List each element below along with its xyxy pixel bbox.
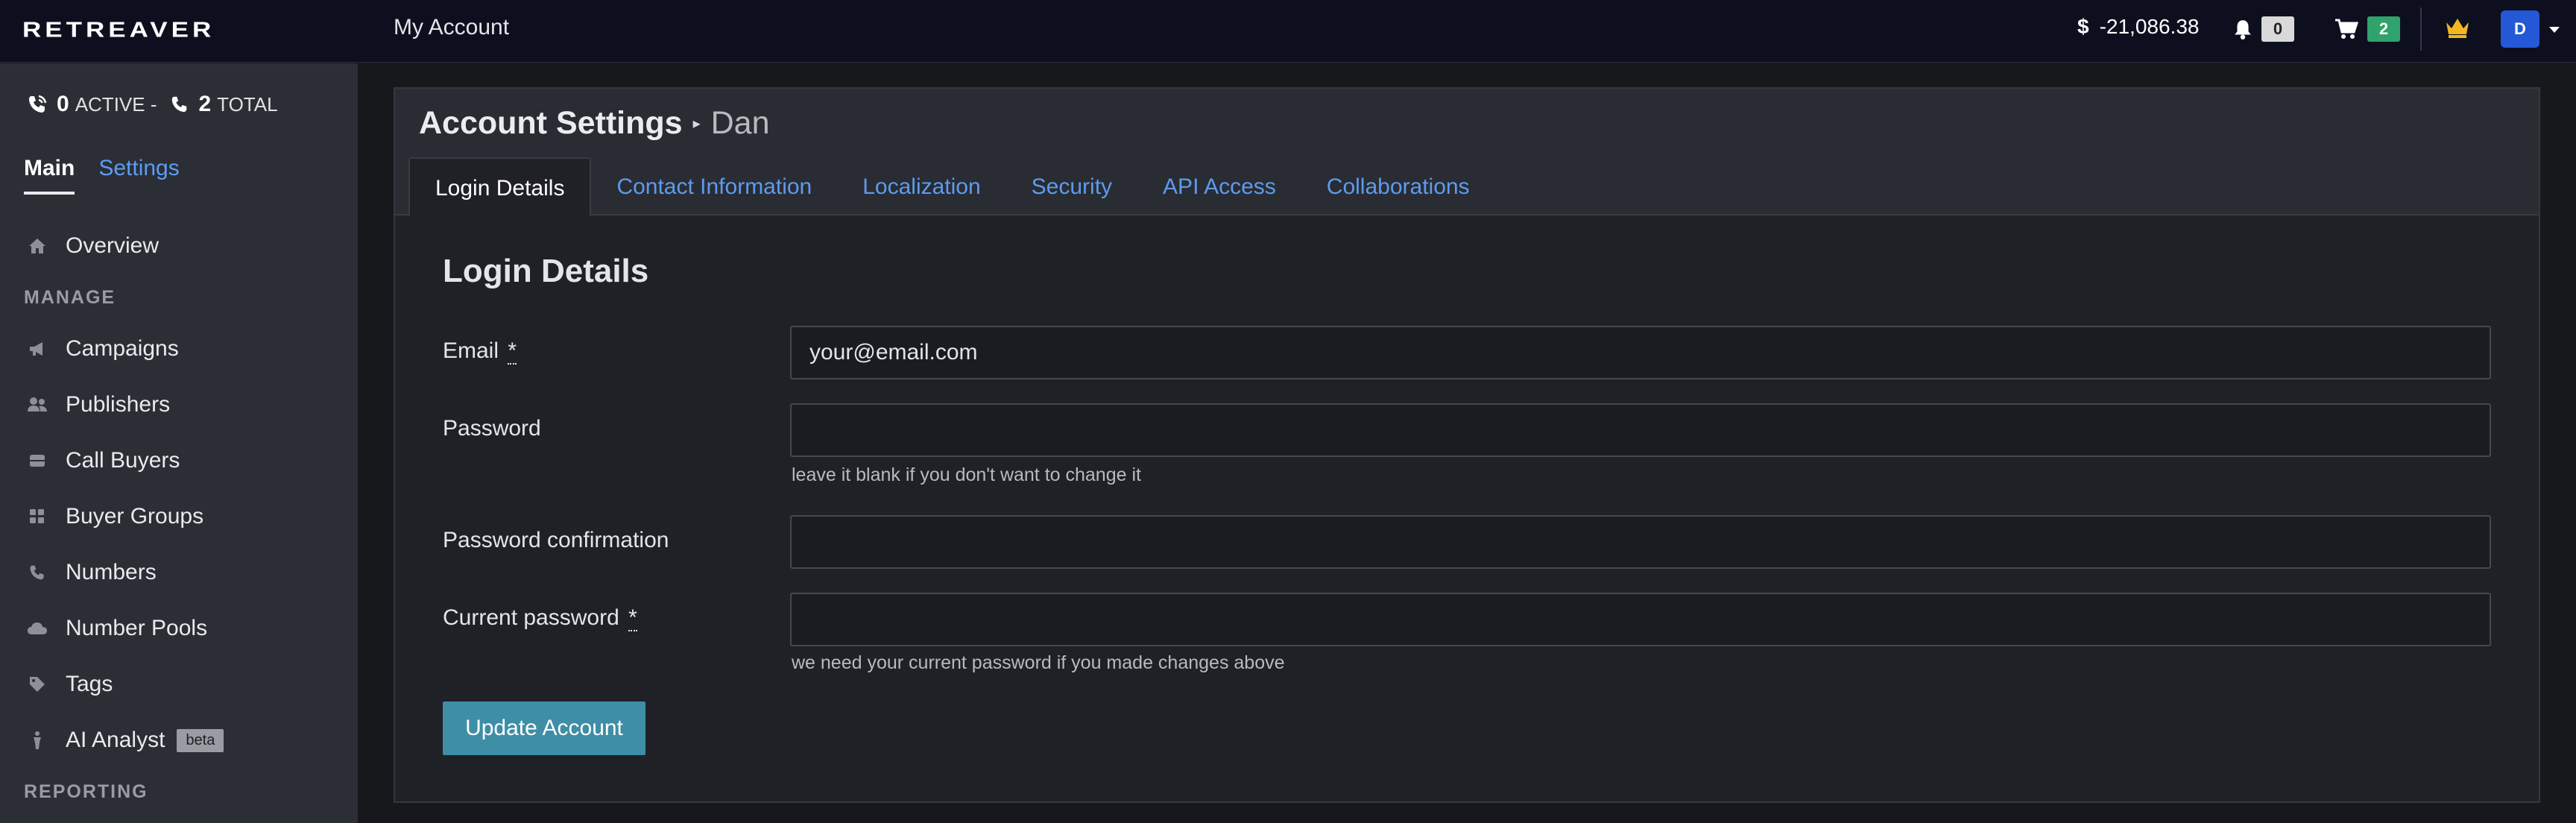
- sidebar-item-buyer-groups[interactable]: Buyer Groups: [27, 504, 203, 529]
- required-marker: *: [508, 338, 517, 365]
- update-account-button[interactable]: Update Account: [443, 701, 645, 755]
- dollar-icon: $: [2077, 15, 2089, 38]
- bell-icon: [2235, 20, 2251, 40]
- home-icon: [27, 236, 48, 256]
- page-title: Account Settings ▸ Dan: [419, 105, 770, 142]
- top-bar: RETREAVER My Account $ -21,086.38 0 2 D: [0, 0, 2576, 63]
- form-title: Login Details: [443, 253, 649, 289]
- crown-icon: [2446, 19, 2469, 38]
- sidebar-item-label: Overview: [66, 233, 160, 258]
- section-label-manage: MANAGE: [24, 287, 116, 308]
- total-calls-count: 2: [198, 92, 212, 116]
- panel-header: Account Settings ▸ Dan Login Details Con…: [395, 89, 2539, 217]
- sidebar-tabs: Main Settings: [24, 156, 180, 195]
- current-password-field[interactable]: [790, 593, 2491, 646]
- account-settings-panel: Account Settings ▸ Dan Login Details Con…: [394, 87, 2540, 803]
- top-bar-divider: [2420, 7, 2422, 51]
- page-title-text: Account Settings: [419, 105, 683, 141]
- logo[interactable]: RETREAVER: [22, 18, 215, 42]
- page-title-user: Dan: [710, 105, 770, 141]
- megaphone-icon: [27, 338, 48, 359]
- sidebar-item-label: Call Buyers: [66, 448, 180, 473]
- current-password-hint: we need your current password if you mad…: [792, 652, 1285, 673]
- sidebar-item-label: Number Pools: [66, 616, 208, 640]
- phone-icon: [27, 562, 48, 583]
- sidebar-item-number-pools[interactable]: Number Pools: [27, 616, 207, 641]
- phone-volume-icon: [29, 95, 47, 113]
- password-confirmation-label: Password confirmation: [443, 528, 669, 552]
- password-label: Password: [443, 416, 541, 441]
- settings-tabs: Login Details Contact Information Locali…: [408, 157, 1495, 217]
- users-icon: [27, 394, 48, 415]
- call-counter: 0 ACTIVE - 2 TOTAL: [27, 92, 278, 117]
- sidebar-item-publishers[interactable]: Publishers: [27, 392, 170, 417]
- tab-security[interactable]: Security: [1006, 157, 1137, 217]
- phone-icon: [172, 96, 187, 113]
- sidebar: 0 ACTIVE - 2 TOTAL Main Settings Overvie…: [0, 63, 358, 823]
- cart-count: 2: [2367, 16, 2400, 42]
- total-calls-label: TOTAL: [217, 92, 278, 116]
- sidebar-item-ai-analyst[interactable]: AI Analyst beta: [27, 728, 224, 753]
- top-bar-title: My Account: [394, 15, 510, 40]
- tag-icon: [27, 674, 48, 695]
- current-password-label: Current password *: [443, 605, 637, 631]
- sidebar-item-label: AI Analyst: [66, 728, 165, 752]
- sidebar-item-label: Tags: [66, 672, 113, 696]
- cart-button[interactable]: 2: [2334, 16, 2400, 42]
- active-calls-count: 0: [57, 92, 69, 116]
- password-field[interactable]: [790, 403, 2491, 457]
- sidebar-item-campaigns[interactable]: Campaigns: [27, 336, 179, 362]
- cart-icon: [2335, 19, 2358, 39]
- sidebar-item-numbers[interactable]: Numbers: [27, 560, 157, 585]
- chevron-down-icon[interactable]: [2548, 25, 2561, 34]
- tab-login-details[interactable]: Login Details: [408, 157, 592, 217]
- sidebar-item-overview[interactable]: Overview: [27, 233, 159, 259]
- sidebar-item-label: Buyer Groups: [66, 504, 204, 529]
- section-label-reporting: REPORTING: [24, 781, 148, 802]
- sidebar-item-label: Publishers: [66, 392, 171, 417]
- tab-localization[interactable]: Localization: [837, 157, 1006, 217]
- current-password-label-text: Current password: [443, 605, 619, 630]
- password-confirmation-field[interactable]: [790, 515, 2491, 569]
- tab-collaborations[interactable]: Collaborations: [1301, 157, 1495, 217]
- sidebar-item-label: Numbers: [66, 560, 157, 584]
- account-balance[interactable]: $ -21,086.38: [2077, 15, 2199, 39]
- tab-api-access[interactable]: API Access: [1137, 157, 1301, 217]
- notifications-button[interactable]: 0: [2233, 16, 2294, 42]
- sidebar-tab-main[interactable]: Main: [24, 156, 75, 195]
- password-hint: leave it blank if you don't want to chan…: [792, 464, 1141, 485]
- notifications-count: 0: [2261, 16, 2294, 42]
- grid-icon: [27, 506, 48, 527]
- active-calls-label: ACTIVE -: [75, 92, 157, 116]
- caret-right-icon: ▸: [692, 116, 701, 132]
- email-label-text: Email: [443, 338, 499, 363]
- inbox-icon: [27, 450, 48, 471]
- person-icon: [27, 730, 48, 751]
- email-field[interactable]: [790, 326, 2491, 379]
- required-marker: *: [628, 605, 637, 631]
- avatar[interactable]: D: [2501, 10, 2539, 48]
- premium-button[interactable]: [2445, 16, 2470, 42]
- email-label: Email *: [443, 338, 517, 365]
- beta-badge: beta: [177, 728, 224, 752]
- cloud-icon: [27, 618, 48, 639]
- sidebar-item-label: Campaigns: [66, 336, 179, 361]
- sidebar-item-tags[interactable]: Tags: [27, 672, 113, 697]
- sidebar-item-call-buyers[interactable]: Call Buyers: [27, 448, 180, 473]
- balance-value: -21,086.38: [2099, 15, 2200, 38]
- sidebar-tab-settings[interactable]: Settings: [98, 156, 179, 195]
- tab-contact-information[interactable]: Contact Information: [591, 157, 837, 217]
